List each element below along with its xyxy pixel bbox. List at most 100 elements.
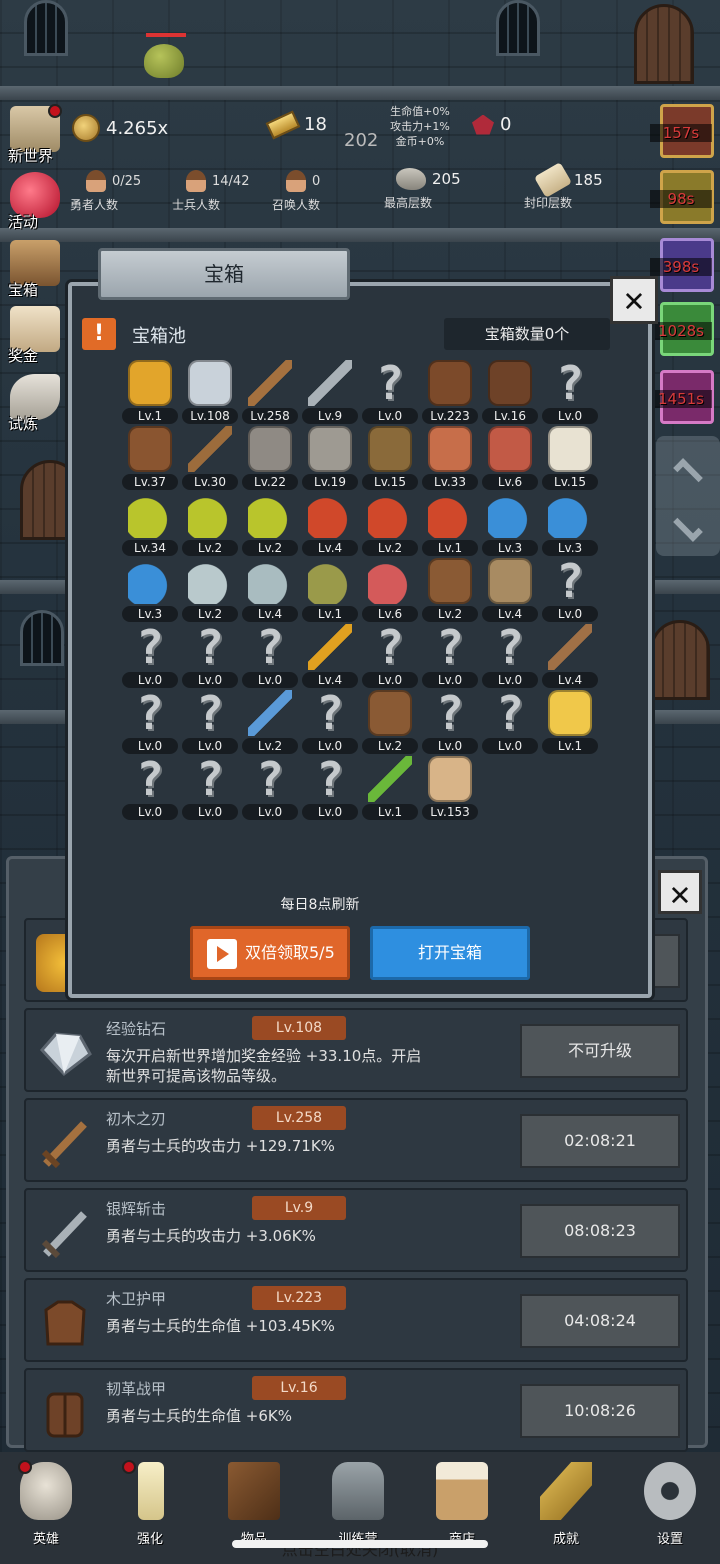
chest-pool-item[interactable]: Lv.2 <box>360 690 420 756</box>
chest-pool-item[interactable]: ? Lv.0 <box>360 624 420 690</box>
chest-pool-item[interactable]: Lv.2 <box>360 492 420 558</box>
list-item[interactable]: 木卫护甲 Lv.223 勇者与士兵的生命值 +103.45K% 04:08:24 <box>24 1278 688 1362</box>
chest-pool-item[interactable]: Lv.4 <box>240 558 300 624</box>
unknown-icon: ? <box>556 554 584 608</box>
chest-pool-item[interactable]: Lv.153 <box>420 756 480 822</box>
nav-achievements[interactable]: 成就 <box>526 1462 606 1547</box>
open-chest-button[interactable]: 打开宝箱 <box>370 926 530 980</box>
list-item[interactable]: 经验钻石 Lv.108 每次开启新世界增加奖金经验 +33.10点。开启新世界可… <box>24 1008 688 1092</box>
chest-pool-item[interactable]: ? Lv.0 <box>120 756 180 822</box>
chest-pool-item[interactable]: Lv.223 <box>420 360 480 426</box>
dialog-close-button[interactable]: ✕ <box>610 276 658 324</box>
chest-pool-item[interactable]: Lv.16 <box>480 360 540 426</box>
floor-scroll-control[interactable] <box>656 436 720 556</box>
chest-pool-item[interactable]: Lv.34 <box>120 492 180 558</box>
chest-pool-item[interactable]: Lv.1 <box>540 690 600 756</box>
chest-pool-item[interactable]: ? Lv.0 <box>360 360 420 426</box>
chest-pool-item[interactable]: Lv.108 <box>180 360 240 426</box>
item-level-badge: Lv.9 <box>252 1196 346 1220</box>
chest-pool-item[interactable]: Lv.1 <box>120 360 180 426</box>
chest-pool-item[interactable]: Lv.1 <box>360 756 420 822</box>
menu-trial[interactable]: 试炼 <box>4 372 64 433</box>
chest-pool-item[interactable]: ? Lv.0 <box>120 624 180 690</box>
chest-pool-item[interactable]: ? Lv.0 <box>180 690 240 756</box>
beer-mug-icon <box>436 1462 488 1520</box>
chest-pool-item[interactable]: Lv.22 <box>240 426 300 492</box>
chest-pool-item[interactable]: Lv.2 <box>240 690 300 756</box>
upgrade-timer-button[interactable]: 04:08:24 <box>520 1294 680 1348</box>
chest-pool-item[interactable]: Lv.1 <box>420 492 480 558</box>
chest-pool-item[interactable]: Lv.2 <box>180 492 240 558</box>
upgrade-timer-button[interactable]: 08:08:23 <box>520 1204 680 1258</box>
chest-pool-item[interactable]: Lv.3 <box>540 492 600 558</box>
nav-training[interactable]: 训练营 <box>318 1462 398 1547</box>
ruby-icon <box>472 114 494 135</box>
double-claim-button[interactable]: 双倍领取5/5 <box>190 926 350 980</box>
chest-pool-item[interactable]: Lv.15 <box>360 426 420 492</box>
chest-pool-item[interactable]: ? Lv.0 <box>120 690 180 756</box>
up-arrow-icon[interactable] <box>673 458 703 488</box>
home-indicator[interactable] <box>232 1540 488 1548</box>
chest-pool-item[interactable]: Lv.33 <box>420 426 480 492</box>
slime-enemy[interactable] <box>144 44 184 78</box>
menu-label: 新世界 <box>8 147 54 165</box>
chest-pool-item[interactable]: Lv.30 <box>180 426 240 492</box>
nav-enhance[interactable]: 强化 <box>110 1460 190 1547</box>
gold-bonus: 金币+0% <box>395 135 445 148</box>
item-level: Lv.6 <box>482 474 538 490</box>
chest-pool-item[interactable]: ? Lv.0 <box>300 690 360 756</box>
chest-pool-item[interactable]: Lv.2 <box>240 492 300 558</box>
list-item[interactable]: 初木之刃 Lv.258 勇者与士兵的攻击力 +129.71K% 02:08:21 <box>24 1098 688 1182</box>
chest-pool-item[interactable]: ? Lv.0 <box>300 756 360 822</box>
upgrade-timer-button[interactable]: 10:08:26 <box>520 1384 680 1438</box>
summons-value: 0 <box>312 173 321 189</box>
gold-counter: 4.265x <box>72 114 168 142</box>
chest-pool-item[interactable]: ? Lv.0 <box>420 690 480 756</box>
chest-pool-item[interactable]: Lv.258 <box>240 360 300 426</box>
chest-pool-item[interactable]: Lv.15 <box>540 426 600 492</box>
nav-settings[interactable]: 设置 <box>630 1462 710 1547</box>
green-bottle-icon <box>308 558 352 604</box>
nav-items[interactable]: 物品 <box>214 1462 294 1547</box>
chest-pool-item[interactable]: Lv.9 <box>300 360 360 426</box>
item-level: Lv.258 <box>242 408 298 424</box>
chest-pool-item[interactable]: Lv.4 <box>300 624 360 690</box>
down-arrow-icon[interactable] <box>673 512 703 542</box>
chest-pool-item[interactable]: Lv.3 <box>120 558 180 624</box>
menu-bonus[interactable]: 奖金 <box>4 304 64 365</box>
chest-pool-item[interactable]: ? Lv.0 <box>180 624 240 690</box>
nav-shop[interactable]: 商店 <box>422 1462 502 1547</box>
item-name: 木卫护甲 <box>106 1290 167 1308</box>
chest-pool-item[interactable]: Lv.6 <box>480 426 540 492</box>
chest-pool-item[interactable]: ? Lv.0 <box>540 558 600 624</box>
chest-pool-item[interactable]: Lv.3 <box>480 492 540 558</box>
menu-chest[interactable]: 宝箱 <box>4 238 64 299</box>
soldiers-label: 士兵人数 <box>172 198 221 212</box>
chest-pool-item[interactable]: ? Lv.0 <box>240 624 300 690</box>
chest-pool-item[interactable]: ? Lv.0 <box>540 360 600 426</box>
nav-heroes[interactable]: 英雄 <box>6 1460 86 1547</box>
menu-activity[interactable]: 活动 <box>4 170 64 231</box>
chest-pool-item[interactable]: Lv.4 <box>300 492 360 558</box>
upgrade-button[interactable]: 不可升级 <box>520 1024 680 1078</box>
chest-pool-item[interactable]: ? Lv.0 <box>480 690 540 756</box>
chest-pool-item[interactable]: Lv.4 <box>480 558 540 624</box>
unknown-icon: ? <box>256 620 284 674</box>
floor-divider <box>0 86 720 100</box>
chest-pool-item[interactable]: ? Lv.0 <box>420 624 480 690</box>
chest-pool-item[interactable]: Lv.6 <box>360 558 420 624</box>
item-level: Lv.3 <box>482 540 538 556</box>
chest-pool-item[interactable]: Lv.4 <box>540 624 600 690</box>
upgrade-timer-button[interactable]: 02:08:21 <box>520 1114 680 1168</box>
chest-pool-item[interactable]: Lv.19 <box>300 426 360 492</box>
chest-pool-item[interactable]: Lv.37 <box>120 426 180 492</box>
list-item[interactable]: 银辉斩击 Lv.9 勇者与士兵的攻击力 +3.06K% 08:08:23 <box>24 1188 688 1272</box>
list-item[interactable]: 韧革战甲 Lv.16 勇者与士兵的生命值 +6K% 10:08:26 <box>24 1368 688 1452</box>
chest-pool-item[interactable]: ? Lv.0 <box>180 756 240 822</box>
chest-pool-item[interactable]: Lv.2 <box>180 558 240 624</box>
chest-pool-item[interactable]: Lv.2 <box>420 558 480 624</box>
chest-pool-item[interactable]: Lv.1 <box>300 558 360 624</box>
chest-pool-item[interactable]: ? Lv.0 <box>240 756 300 822</box>
chest-pool-item[interactable]: ? Lv.0 <box>480 624 540 690</box>
menu-new-world[interactable]: 新世界 <box>4 104 64 165</box>
